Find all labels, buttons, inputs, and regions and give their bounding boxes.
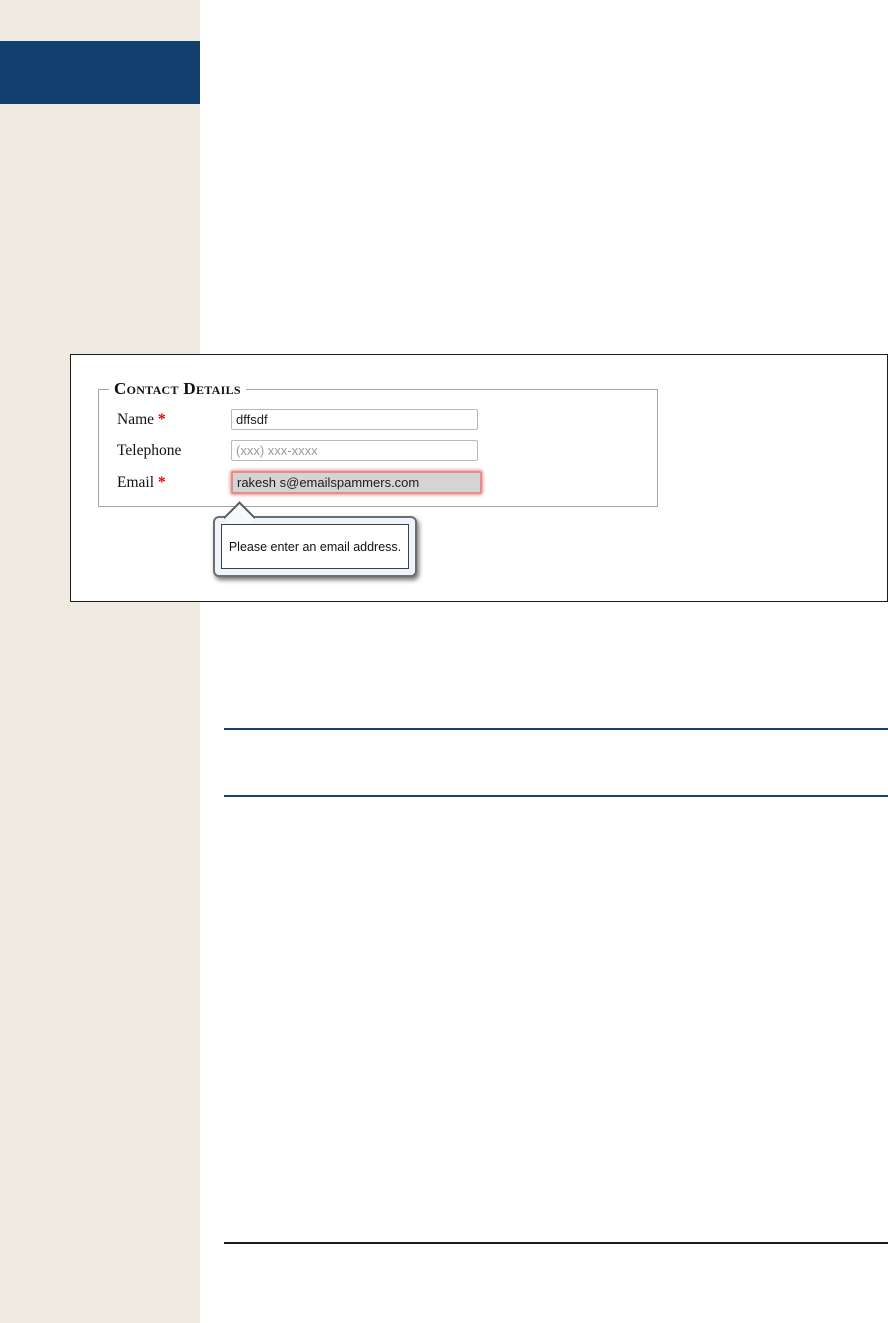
email-row: Email * bbox=[117, 471, 657, 494]
validation-tooltip-text: Please enter an email address. bbox=[221, 524, 409, 569]
validation-tooltip: Please enter an email address. bbox=[213, 501, 417, 577]
email-input[interactable] bbox=[231, 471, 482, 494]
contact-details-fieldset: Contact Details Name * Telephone Email * bbox=[98, 379, 658, 507]
required-asterisk: * bbox=[157, 410, 166, 428]
telephone-input[interactable] bbox=[231, 440, 478, 461]
required-asterisk: * bbox=[157, 473, 166, 491]
horizontal-rule-dark bbox=[224, 1242, 888, 1244]
name-input[interactable] bbox=[231, 409, 478, 430]
sidebar bbox=[0, 0, 200, 1323]
sidebar-accent-block bbox=[0, 41, 200, 104]
contact-form-screenshot-panel: Contact Details Name * Telephone Email *… bbox=[70, 354, 888, 602]
name-row: Name * bbox=[117, 409, 657, 430]
name-label: Name * bbox=[117, 410, 166, 428]
contact-details-legend: Contact Details bbox=[114, 379, 241, 398]
email-label: Email * bbox=[117, 473, 166, 491]
telephone-row: Telephone bbox=[117, 440, 657, 461]
telephone-label: Telephone bbox=[117, 441, 182, 459]
horizontal-rule-blue-top bbox=[224, 728, 888, 730]
horizontal-rule-blue-bottom bbox=[224, 795, 888, 797]
